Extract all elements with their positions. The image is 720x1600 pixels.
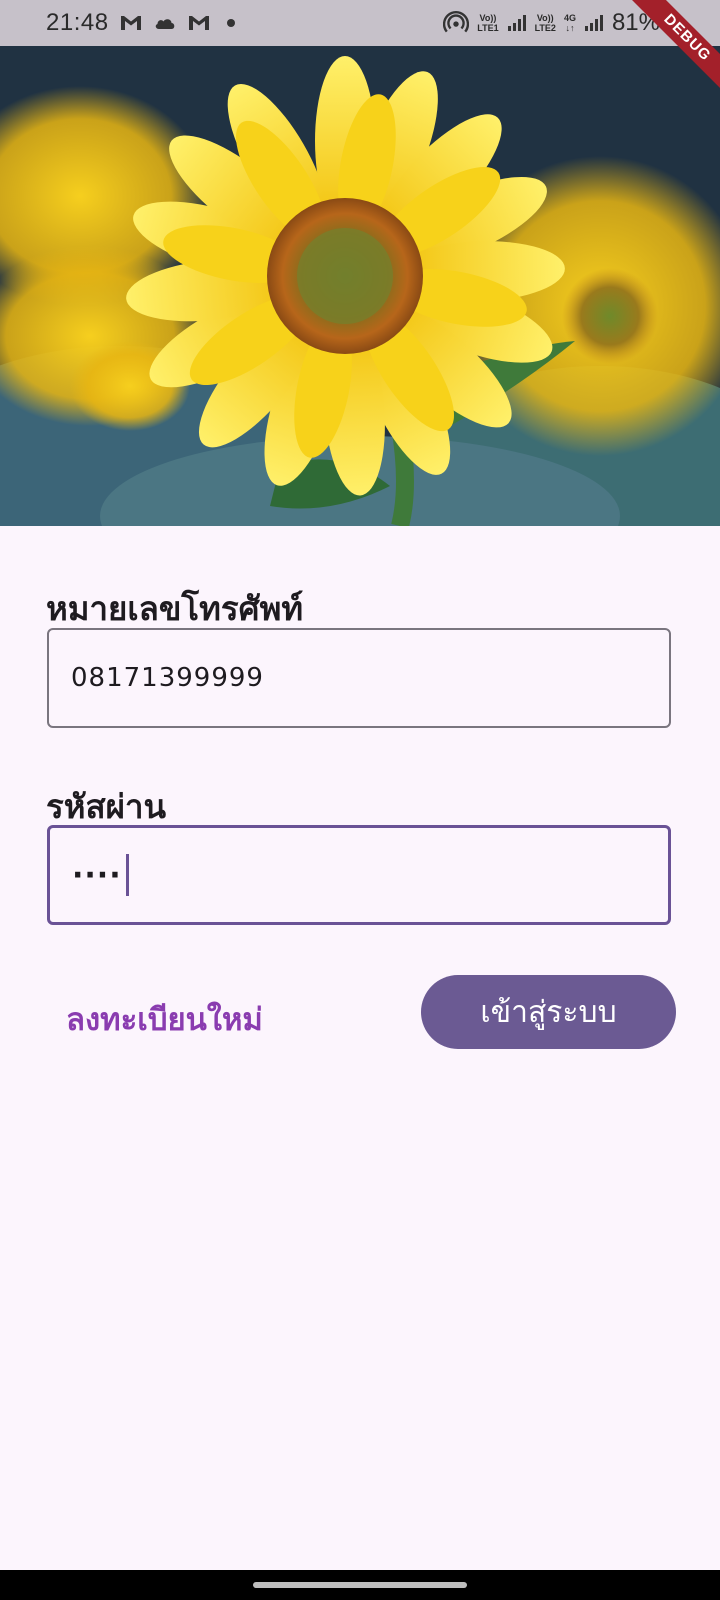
lte2-text: LTE2 <box>534 23 556 33</box>
password-input[interactable]: ···· <box>47 825 671 925</box>
cloud-icon <box>155 19 174 29</box>
signal-icon <box>507 15 526 31</box>
volte-lte2-indicator: Vo)) LTE2 <box>535 13 556 33</box>
volte2-text: Vo)) <box>536 13 554 23</box>
volte1-text: Vo)) <box>479 13 497 23</box>
gmail-icon <box>120 16 141 30</box>
network-indicator: 4G ↓↑ <box>564 13 576 33</box>
signal-icon <box>584 15 603 31</box>
navigation-bar <box>0 1570 720 1600</box>
hotspot-icon <box>443 11 470 33</box>
text-cursor <box>125 854 129 896</box>
status-right: Vo)) LTE1 Vo)) LTE2 4G ↓↑ 81% <box>443 0 660 46</box>
lte1-text: LTE1 <box>477 23 499 33</box>
sunflower-illustration <box>0 46 720 526</box>
status-left: 21:48 <box>46 0 235 46</box>
sunflower-image <box>0 46 720 526</box>
network-text: 4G <box>563 13 576 23</box>
gmail-icon <box>188 16 209 30</box>
data-arrows-icon: ↓↑ <box>565 23 575 33</box>
phone-input[interactable]: 08171399999 <box>47 628 671 728</box>
status-bar: 21:48 Vo)) LTE1 Vo)) LTE2 4G ↓↑ 81% <box>0 0 720 46</box>
notification-dot <box>226 19 235 27</box>
volte-lte1-indicator: Vo)) LTE1 <box>477 13 498 33</box>
gesture-handle[interactable] <box>253 1582 467 1588</box>
login-button[interactable]: เข้าสู่ระบบ <box>421 975 676 1049</box>
register-link[interactable]: ลงทะเบียนใหม่ <box>66 994 263 1044</box>
phone-input-value: 08171399999 <box>71 663 264 693</box>
status-time: 21:48 <box>46 9 109 36</box>
password-input-value: ···· <box>72 857 122 893</box>
